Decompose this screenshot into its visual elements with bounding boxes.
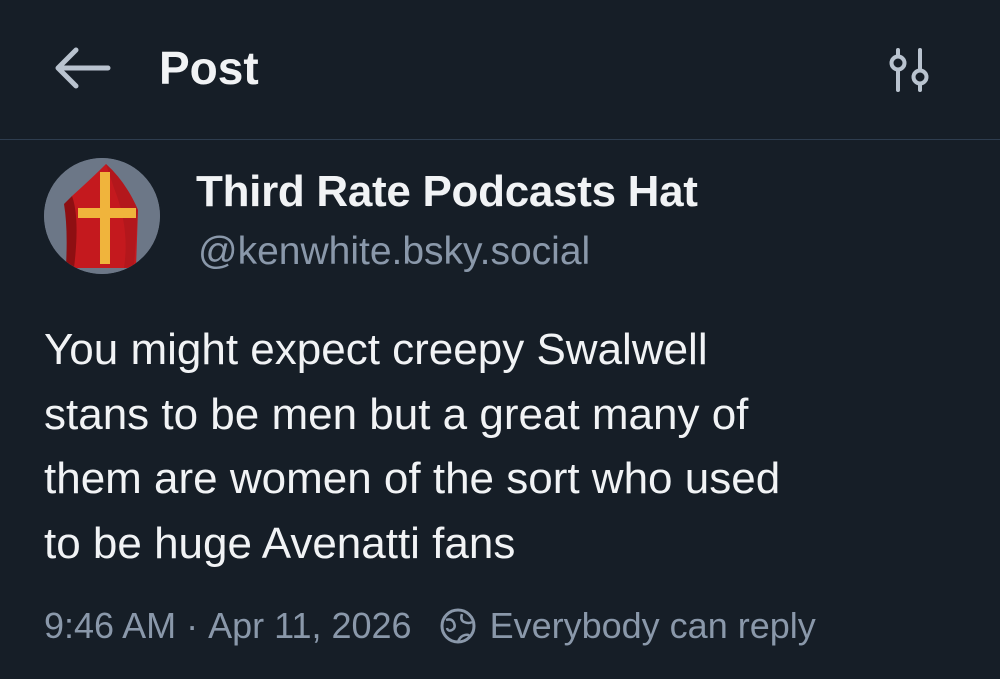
post-text: You might expect creepy Swalwell stans t… <box>44 318 964 576</box>
meta-separator: · <box>186 605 199 646</box>
bishop-mitre-avatar <box>44 158 160 274</box>
post-date: Apr 11, 2026 <box>208 605 412 646</box>
post-screen: Post Third Rate Podcasts Hat @kenwhite.b… <box>0 0 1000 679</box>
post-text-line: to be huge Avenatti fans <box>44 518 516 568</box>
post-time: 9:46 AM <box>44 605 177 646</box>
thread-settings-button[interactable] <box>884 44 936 96</box>
post-text-line: stans to be men but a great many of <box>44 389 749 439</box>
arrow-left-icon <box>55 47 111 89</box>
post-meta: 9:46 AM · Apr 11, 2026 Everybody can rep… <box>44 600 816 652</box>
author-handle[interactable]: @kenwhite.bsky.social <box>198 228 590 276</box>
post-text-line: them are women of the sort who used <box>44 454 781 503</box>
reply-setting-label[interactable]: Everybody can reply <box>490 605 816 647</box>
page-title: Post <box>159 42 259 94</box>
top-bar: Post <box>0 0 1000 140</box>
post-text-line: You might expect creepy Swalwell <box>44 325 708 374</box>
back-button[interactable] <box>50 46 112 90</box>
avatar[interactable] <box>44 158 160 274</box>
sliders-icon <box>889 48 929 92</box>
author-display-name[interactable]: Third Rate Podcasts Hat <box>196 166 698 218</box>
globe-icon <box>438 606 478 646</box>
